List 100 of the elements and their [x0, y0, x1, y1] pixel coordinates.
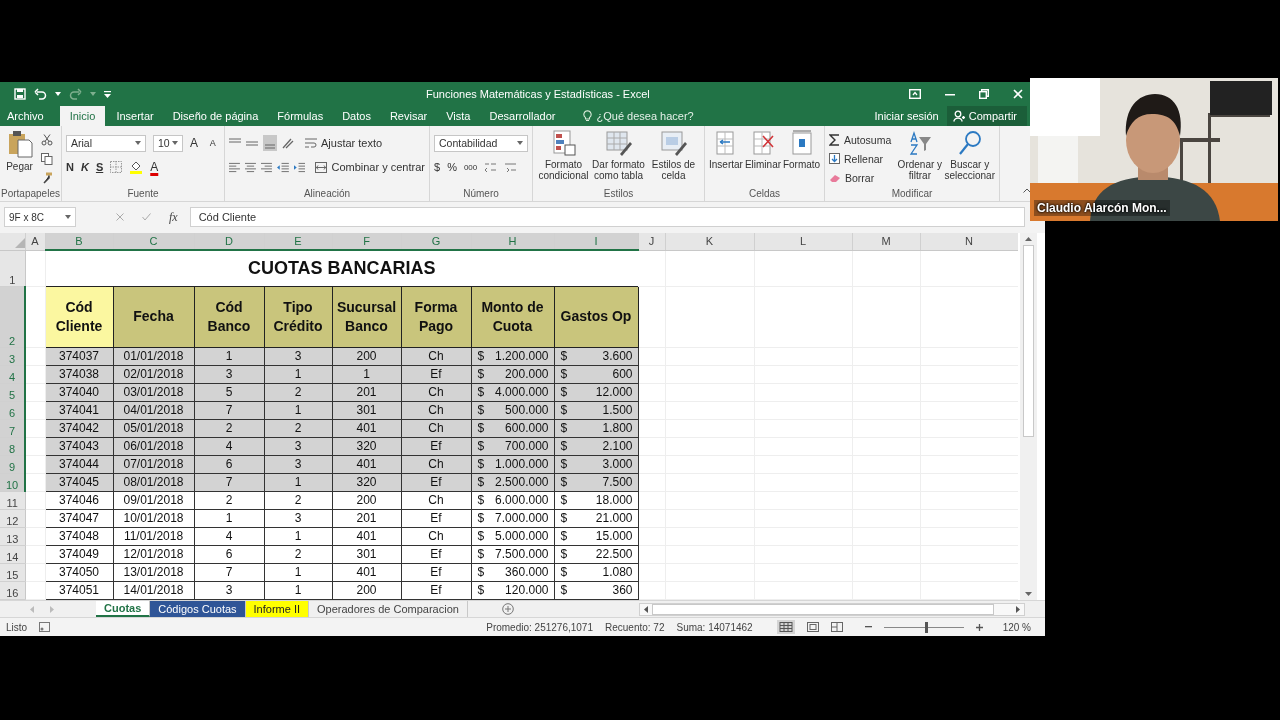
caret-icon[interactable]: [517, 141, 523, 145]
column-header[interactable]: H: [471, 233, 554, 250]
sheet-tab[interactable]: Códigos Cuotas: [150, 601, 246, 617]
thousands-button[interactable]: 000: [463, 162, 478, 172]
ribbon-tab[interactable]: Diseño de página: [169, 106, 267, 126]
zoom-thumb[interactable]: [925, 621, 929, 633]
ribbon-button[interactable]: Borrar: [829, 169, 875, 187]
ribbon-tab[interactable]: Inicio: [59, 106, 106, 126]
sheet-tab[interactable]: Informe II: [245, 601, 310, 617]
align-left-icon[interactable]: [229, 161, 240, 173]
borders-icon[interactable]: [110, 161, 123, 173]
ribbon-button[interactable]: Insertar: [709, 130, 743, 188]
ribbon-button[interactable]: Autosuma: [829, 131, 892, 149]
insert-function-button[interactable]: fx: [169, 209, 178, 225]
ribbon-display-icon[interactable]: [909, 89, 921, 99]
column-header[interactable]: B: [45, 233, 113, 250]
currency-button[interactable]: $: [434, 161, 441, 173]
ribbon-button[interactable]: Dar formato como tabla: [592, 130, 645, 188]
add-sheet-icon[interactable]: [501, 603, 514, 615]
ribbon-tab[interactable]: Vista: [443, 106, 479, 126]
ribbon-tab[interactable]: Revisar: [386, 106, 436, 126]
number-format-field[interactable]: Contabilidad: [434, 134, 528, 152]
decrease-indent-icon[interactable]: [276, 161, 289, 173]
ribbon-button[interactable]: Eliminar: [744, 130, 782, 188]
caret-icon[interactable]: [135, 141, 141, 145]
wrap-text-button[interactable]: Ajustar texto: [305, 137, 383, 149]
percent-button[interactable]: %: [447, 161, 457, 173]
ribbon-tab[interactable]: Datos: [339, 106, 379, 126]
increase-indent-icon[interactable]: [293, 161, 306, 173]
copy-icon[interactable]: [41, 153, 53, 165]
caret-icon[interactable]: [172, 141, 178, 145]
caret-icon[interactable]: [65, 215, 71, 219]
column-header[interactable]: K: [665, 233, 754, 250]
page-layout-icon[interactable]: [806, 622, 819, 632]
scroll-thumb[interactable]: [652, 603, 994, 615]
zoom-in-icon[interactable]: [975, 623, 983, 631]
column-header[interactable]: N: [920, 233, 1018, 250]
font-size-field[interactable]: 10: [153, 134, 183, 152]
ribbon-tab[interactable]: Insertar: [113, 106, 162, 126]
format-painter-icon[interactable]: [41, 172, 53, 185]
column-header[interactable]: E: [264, 233, 332, 250]
scroll-left-icon[interactable]: [644, 605, 648, 613]
shrink-font-button[interactable]: A: [209, 138, 216, 148]
row-header[interactable]: 2: [0, 286, 25, 347]
ribbon-button[interactable]: Formato: [783, 130, 821, 188]
page-break-icon[interactable]: [830, 622, 843, 632]
column-header[interactable]: C: [113, 233, 194, 250]
ribbon-tab[interactable]: Archivo: [4, 106, 52, 126]
scroll-right-icon[interactable]: [1016, 605, 1020, 613]
cut-icon[interactable]: [41, 133, 53, 146]
ribbon-button[interactable]: Buscar y seleccionar: [944, 130, 995, 188]
horizontal-scrollbar[interactable]: [639, 602, 1025, 616]
column-header[interactable]: J: [638, 233, 665, 250]
fill-color-icon[interactable]: [129, 160, 144, 174]
row-header[interactable]: 1: [0, 250, 25, 286]
align-right-icon[interactable]: [260, 161, 272, 173]
column-header[interactable]: L: [754, 233, 852, 250]
customize-icon[interactable]: [104, 90, 111, 98]
merge-center-button[interactable]: Combinar y centrar: [315, 161, 425, 173]
decrease-decimal-icon[interactable]: [504, 161, 518, 173]
align-center-icon[interactable]: [244, 161, 256, 173]
macro-record-icon[interactable]: [39, 622, 51, 632]
name-box[interactable]: 9F x 8C: [4, 207, 76, 227]
check-icon[interactable]: [142, 213, 151, 221]
caret-icon[interactable]: [55, 92, 61, 96]
zoom-readout[interactable]: 120 %: [1002, 621, 1031, 633]
share-button[interactable]: Compartir: [946, 106, 1027, 126]
bold-button[interactable]: N: [66, 161, 74, 173]
paste-button[interactable]: Pegar: [4, 130, 35, 188]
scroll-down-icon[interactable]: [1025, 592, 1032, 596]
normal-view-icon[interactable]: [776, 620, 795, 634]
sign-in-link[interactable]: Iniciar sesión: [866, 106, 947, 126]
tell-me-field[interactable]: ¿Qué desea hacer?: [583, 106, 697, 126]
undo-icon[interactable]: [34, 88, 47, 100]
italic-button[interactable]: K: [80, 161, 89, 173]
orientation-icon[interactable]: [282, 137, 295, 149]
sheet-tab[interactable]: Cuotas: [96, 601, 151, 617]
formula-field[interactable]: Cód Cliente: [189, 207, 1025, 227]
font-field[interactable]: Arial: [66, 134, 146, 152]
ribbon-button[interactable]: Rellenar: [829, 150, 884, 168]
save-icon[interactable]: [14, 88, 26, 100]
ribbon-button[interactable]: Ordenar y filtrar: [897, 130, 943, 188]
column-header[interactable]: F: [332, 233, 401, 250]
ribbon-button[interactable]: Estilos de celda: [647, 130, 700, 188]
font-color-button[interactable]: A: [150, 160, 159, 174]
ribbon-tab[interactable]: Fórmulas: [274, 106, 332, 126]
ribbon-tab[interactable]: Desarrollador: [486, 106, 564, 126]
close-icon[interactable]: [1013, 89, 1023, 99]
column-header[interactable]: M: [852, 233, 920, 250]
grow-font-button[interactable]: A: [190, 136, 203, 150]
increase-decimal-icon[interactable]: [484, 161, 498, 173]
restore-icon[interactable]: [979, 89, 989, 99]
underline-button[interactable]: S: [95, 161, 104, 173]
scroll-thumb[interactable]: [1023, 245, 1034, 437]
column-header[interactable]: G: [401, 233, 471, 250]
vertical-scrollbar[interactable]: [1020, 233, 1037, 600]
scroll-up-icon[interactable]: [1025, 237, 1032, 241]
column-header[interactable]: I: [554, 233, 638, 250]
column-header[interactable]: D: [194, 233, 264, 250]
ribbon-button[interactable]: Formato condicional: [537, 130, 590, 188]
